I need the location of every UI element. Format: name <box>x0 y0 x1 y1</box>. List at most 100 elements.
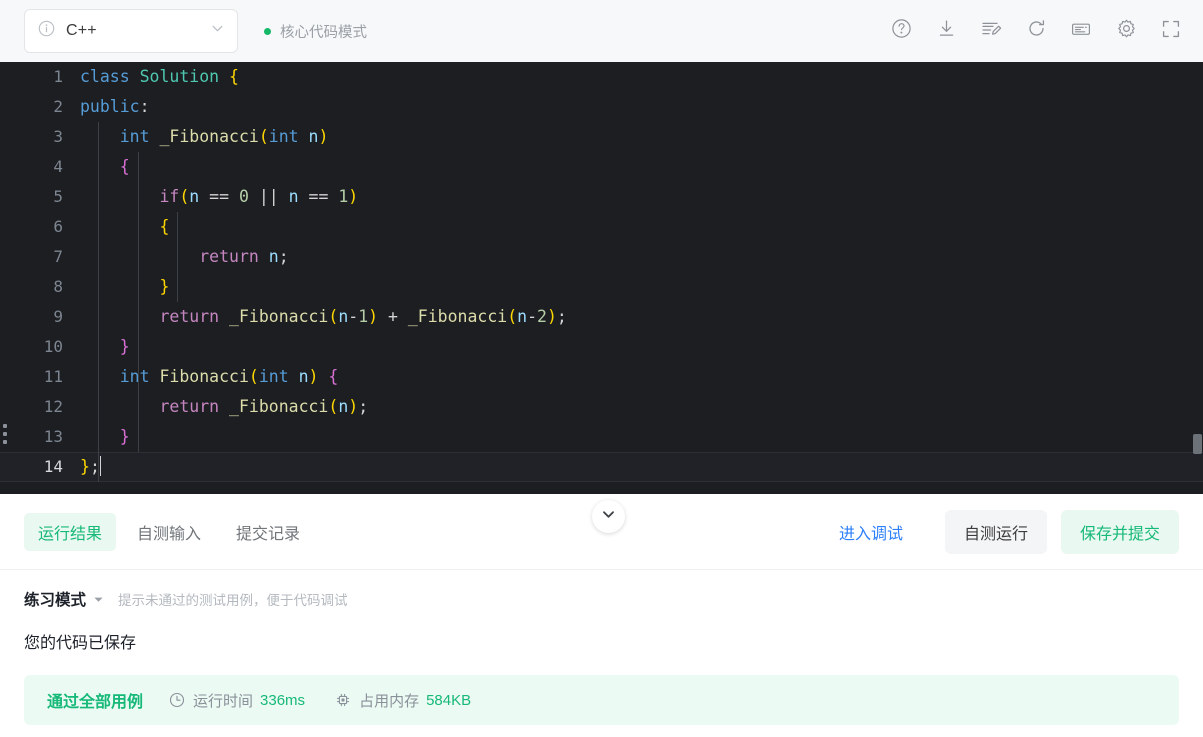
practice-mode-label[interactable]: 练习模式 <box>24 588 86 610</box>
code-line[interactable]: 5 if(n == 0 || n == 1) <box>0 182 1203 212</box>
line-content: } <box>119 427 130 446</box>
settings-icon <box>1116 18 1137 44</box>
save-and-submit-button[interactable]: 保存并提交 <box>1060 509 1179 554</box>
chevron-down-icon <box>600 506 617 528</box>
line-content: { <box>159 217 170 236</box>
reset-code-button[interactable] <box>1018 13 1054 49</box>
console-actions: 进入调试 自测运行 保存并提交 <box>825 509 1179 554</box>
code-line[interactable]: 3 int _Fibonacci(int n) <box>0 122 1203 152</box>
line-number: 2 <box>53 97 63 116</box>
line-content: if(n == 0 || n == 1) <box>159 187 359 206</box>
line-number: 1 <box>53 67 63 86</box>
line-content: int Fibonacci(int n) { <box>119 367 339 386</box>
line-number: 14 <box>43 457 63 476</box>
clock-icon <box>169 692 185 708</box>
run-test-button[interactable]: 自测运行 <box>944 509 1047 554</box>
format-code-button[interactable] <box>973 13 1009 49</box>
console-tabs: 运行结果 自测输入 提交记录 <box>24 512 321 551</box>
practice-mode-hint: 提示未通过的测试用例，便于代码调试 <box>118 593 348 608</box>
code-lines[interactable]: 1 class Solution { 2 public: 3 int _Fibonacc… <box>0 62 1203 482</box>
line-number: 9 <box>53 307 63 326</box>
code-line[interactable]: 12 return _Fibonacci(n); <box>0 392 1203 422</box>
code-line[interactable]: 11 int Fibonacci(int n) { <box>0 362 1203 392</box>
practice-mode-row: 练习模式 提示未通过的测试用例，便于代码调试 <box>24 588 1179 610</box>
runtime-metric: 运行时间 336ms <box>169 690 305 711</box>
memory-label: 占用内存 <box>359 692 420 710</box>
line-content: return _Fibonacci(n); <box>159 397 369 416</box>
code-line[interactable]: 2 public: <box>0 92 1203 122</box>
runtime-label: 运行时间 <box>193 692 254 710</box>
help-button[interactable] <box>883 13 919 49</box>
line-number: 11 <box>43 367 63 386</box>
drag-dot-icon <box>3 424 7 428</box>
line-number: 8 <box>53 277 63 296</box>
settings-button[interactable] <box>1108 13 1144 49</box>
download-button[interactable] <box>928 13 964 49</box>
result-status-bar: 通过全部用例 运行时间 336ms 占用内存 584KB <box>24 675 1179 725</box>
line-number: 3 <box>53 127 63 146</box>
code-line[interactable]: 6 { <box>0 212 1203 242</box>
line-number: 4 <box>53 157 63 176</box>
code-line[interactable]: 13 } <box>0 422 1203 452</box>
code-line[interactable]: 1 class Solution { <box>0 62 1203 92</box>
indent-guide <box>177 212 179 302</box>
runtime-value: 336ms <box>260 691 306 709</box>
line-content: } <box>119 337 130 356</box>
tab-custom-input[interactable]: 自测输入 <box>123 513 215 551</box>
line-content: class Solution { <box>80 67 239 86</box>
line-number: 6 <box>53 217 63 236</box>
line-content: public: <box>80 97 150 116</box>
code-line[interactable]: 9 return _Fibonacci(n-1) + _Fibonacci(n-… <box>0 302 1203 332</box>
info-circle-icon <box>38 20 55 42</box>
keyboard-shortcuts-button[interactable] <box>1063 13 1099 49</box>
code-line[interactable]: 10 } <box>0 332 1203 362</box>
panel-drag-handle[interactable] <box>3 424 7 444</box>
drag-dot-icon <box>3 440 7 444</box>
download-icon <box>936 18 957 44</box>
console-body: 练习模式 提示未通过的测试用例，便于代码调试 您的代码已保存 通过全部用例 运行… <box>0 570 1203 725</box>
keyboard-icon <box>1070 18 1092 45</box>
line-number: 12 <box>43 397 63 416</box>
line-content: return n; <box>199 247 289 266</box>
line-content: int _Fibonacci(int n) <box>119 127 329 146</box>
code-mode-indicator: 核心代码模式 <box>264 21 367 42</box>
code-line[interactable]: 7 return n; <box>0 242 1203 272</box>
scrollbar-thumb[interactable] <box>1193 434 1202 454</box>
code-editor-page: C++ 核心代码模式 1 class Solution {2 public: … <box>0 0 1203 737</box>
format-code-icon <box>980 18 1002 45</box>
collapse-console-button[interactable] <box>592 500 625 533</box>
saved-message: 您的代码已保存 <box>24 635 137 652</box>
memory-chip-icon <box>335 692 351 708</box>
toolbar-icon-group <box>874 13 1189 49</box>
reset-icon <box>1026 18 1047 44</box>
caret-down-icon[interactable] <box>93 594 104 605</box>
memory-metric: 占用内存 584KB <box>335 690 471 711</box>
memory-value: 584KB <box>426 691 472 709</box>
line-content: } <box>159 277 170 296</box>
indent-guide <box>98 122 99 482</box>
language-select-value: C++ <box>66 22 97 39</box>
help-icon <box>891 18 912 44</box>
indent-guide <box>137 152 139 452</box>
code-line[interactable]: 14}; <box>0 452 1203 482</box>
code-line[interactable]: 8 } <box>0 272 1203 302</box>
code-mode-label: 核心代码模式 <box>280 24 367 41</box>
status-dot-icon <box>264 27 271 35</box>
line-content: return _Fibonacci(n-1) + _Fibonacci(n-2)… <box>159 307 567 326</box>
language-select[interactable]: C++ <box>24 9 238 53</box>
editor-vertical-scrollbar[interactable] <box>1192 62 1203 494</box>
result-title: 通过全部用例 <box>47 694 144 711</box>
tab-run-result[interactable]: 运行结果 <box>24 512 117 551</box>
chevron-down-icon <box>210 21 225 41</box>
line-number: 13 <box>43 427 63 446</box>
fullscreen-icon <box>1161 19 1181 44</box>
fullscreen-button[interactable] <box>1153 13 1189 49</box>
enter-debug-link[interactable]: 进入调试 <box>825 511 917 553</box>
code-line[interactable]: 4 { <box>0 152 1203 182</box>
text-cursor <box>99 456 102 476</box>
tab-submission-history[interactable]: 提交记录 <box>222 513 314 551</box>
code-editor[interactable]: 1 class Solution { 2 public: 3 int _Fibonacc… <box>0 62 1203 494</box>
line-content: { <box>119 157 130 176</box>
line-number: 7 <box>53 247 63 266</box>
line-number: 5 <box>53 187 63 206</box>
